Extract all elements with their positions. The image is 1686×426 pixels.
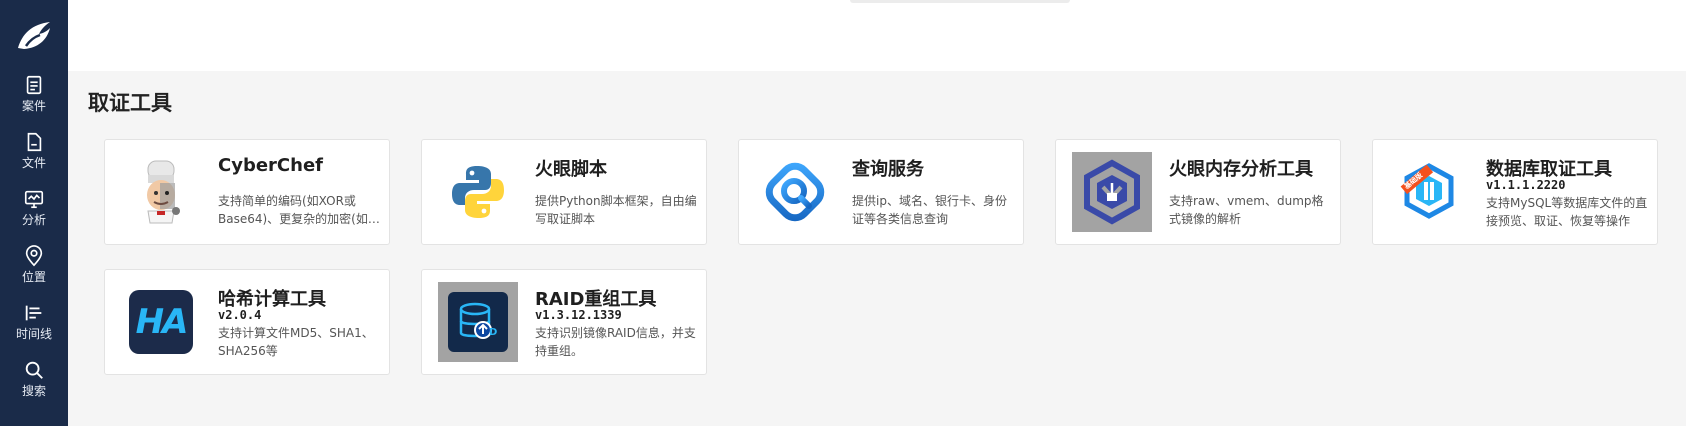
sidebar-item-label: 分析 bbox=[21, 213, 46, 227]
memory-analysis-icon bbox=[1072, 152, 1152, 232]
search-icon bbox=[25, 361, 43, 379]
top-panel bbox=[68, 0, 1686, 71]
sidebar-item-location[interactable]: 位置 bbox=[0, 236, 68, 293]
tool-description: 支持raw、vmem、dump格式镜像的解析 bbox=[1169, 194, 1324, 226]
tool-title: CyberChef bbox=[218, 155, 323, 176]
monitor-analysis-icon bbox=[24, 190, 44, 209]
sidebar-item-label: 时间线 bbox=[15, 327, 52, 341]
hash-tool-icon: HA bbox=[121, 282, 201, 362]
tool-card-query[interactable]: 查询服务 提供ip、域名、银行卡、身份证等各类信息查询 bbox=[738, 139, 1024, 245]
query-service-icon bbox=[755, 152, 835, 232]
sidebar-item-files[interactable]: 文件 bbox=[0, 122, 68, 179]
tool-description: 提供ip、域名、银行卡、身份证等各类信息查询 bbox=[852, 194, 1007, 226]
sidebar-item-search[interactable]: 搜索 bbox=[0, 350, 68, 407]
location-pin-icon bbox=[25, 245, 43, 267]
tool-title: 查询服务 bbox=[852, 159, 924, 180]
sidebar-item-label: 文件 bbox=[21, 156, 46, 170]
file-icon bbox=[27, 132, 42, 152]
tool-description: 提供Python脚本框架，自由编写取证脚本 bbox=[535, 194, 697, 226]
hash-logo-text: HA bbox=[135, 302, 189, 342]
database-forensics-icon: 基础版 bbox=[1389, 152, 1469, 232]
tool-title: 火眼内存分析工具 bbox=[1169, 159, 1313, 180]
tool-card-raid[interactable]: D RAID重组工具 v1.3.12.1339 支持识别镜像RAID信息，并支持… bbox=[421, 269, 707, 375]
sidebar-item-label: 案件 bbox=[21, 99, 46, 113]
sidebar-item-timeline[interactable]: 时间线 bbox=[0, 293, 68, 350]
sidebar-item-label: 位置 bbox=[21, 270, 46, 284]
tool-card-cyberchef[interactable]: CyberChef 支持简单的编码(如XOR或Base64)、更复杂的加密(如A… bbox=[104, 139, 390, 245]
tool-card-memory[interactable]: 火眼内存分析工具 支持raw、vmem、dump格式镜像的解析 bbox=[1055, 139, 1341, 245]
tool-card-script[interactable]: 火眼脚本 提供Python脚本框架，自由编写取证脚本 bbox=[421, 139, 707, 245]
sidebar-item-label: 搜索 bbox=[21, 384, 46, 398]
tool-description: 支持简单的编码(如XOR或Base64)、更复杂的加密(如AES、DES和Blo… bbox=[218, 194, 368, 226]
clipboard-icon bbox=[26, 75, 42, 95]
timeline-icon bbox=[25, 305, 42, 321]
app-logo-icon[interactable] bbox=[14, 16, 54, 56]
top-scroll-hint bbox=[850, 0, 1070, 3]
raid-tool-icon: D bbox=[438, 282, 518, 362]
tool-title: 火眼脚本 bbox=[535, 159, 607, 180]
tool-description: 支持识别镜像RAID信息，并支持重组。 bbox=[535, 326, 696, 358]
tool-version: v2.0.4 bbox=[218, 308, 262, 322]
sidebar-item-cases[interactable]: 案件 bbox=[0, 65, 68, 122]
tool-version: v1.3.12.1339 bbox=[535, 308, 622, 322]
section-title: 取证工具 bbox=[88, 91, 172, 115]
svg-text:D: D bbox=[489, 327, 497, 338]
cyberchef-icon bbox=[121, 152, 201, 232]
tool-description: 支持计算文件MD5、SHA1、SHA256等 bbox=[218, 326, 374, 358]
tool-description: 支持MySQL等数据库文件的直接预览、取证、恢复等操作 bbox=[1486, 196, 1648, 228]
python-icon bbox=[438, 152, 518, 232]
tool-card-database[interactable]: 基础版 数据库取证工具 v1.1.1.2220 支持MySQL等数据库文件的直接… bbox=[1372, 139, 1658, 245]
tool-version: v1.1.1.2220 bbox=[1486, 178, 1566, 192]
tool-card-hash[interactable]: HA 哈希计算工具 v2.0.4 支持计算文件MD5、SHA1、SHA256等 bbox=[104, 269, 390, 375]
sidebar-item-analysis[interactable]: 分析 bbox=[0, 179, 68, 236]
sidebar: 案件 文件 分析 位置 时间线 搜索 bbox=[0, 0, 68, 426]
